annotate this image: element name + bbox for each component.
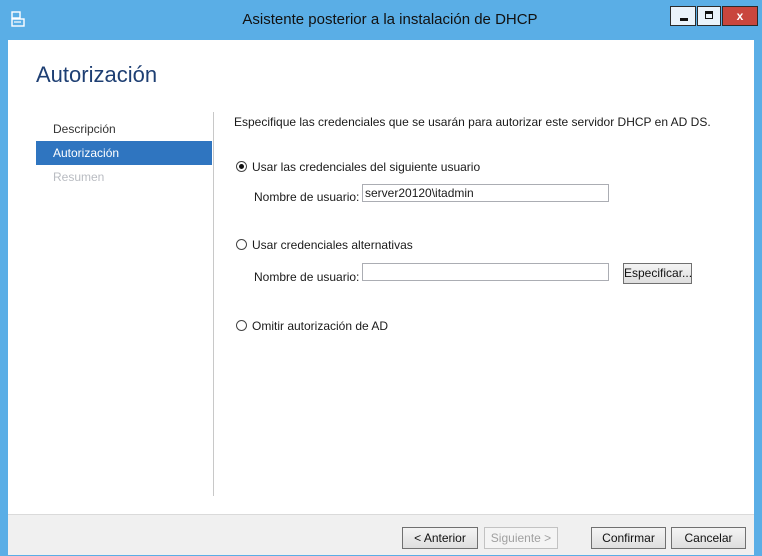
maximize-icon <box>705 11 713 19</box>
wizard-window: Asistente posterior a la instalación de … <box>0 0 762 556</box>
cancel-button[interactable]: Cancelar <box>671 527 746 549</box>
minimize-icon <box>680 18 688 21</box>
close-button[interactable]: x <box>722 6 758 26</box>
nav-item-resumen: Resumen <box>53 170 105 184</box>
option-alternate-credentials-label: Usar credenciales alternativas <box>252 238 413 252</box>
page-title: Autorización <box>36 62 158 87</box>
specify-button[interactable]: Especificar... <box>623 263 692 284</box>
nav-item-autorizacion[interactable]: Autorización <box>36 141 212 165</box>
maximize-button[interactable] <box>697 6 721 26</box>
radio-current-credentials[interactable] <box>236 161 247 172</box>
title-bar[interactable]: Asistente posterior a la instalación de … <box>0 0 762 40</box>
wizard-footer: < Anterior Siguiente > Confirmar Cancela… <box>8 514 754 555</box>
next-button: Siguiente > <box>484 527 558 549</box>
window-title: Asistente posterior a la instalación de … <box>242 11 538 28</box>
nav-divider <box>213 112 214 496</box>
nav-item-descripcion[interactable]: Descripción <box>36 117 212 141</box>
instruction-text: Especifique las credenciales que se usar… <box>234 115 711 129</box>
username-field-alternate[interactable] <box>362 263 609 281</box>
username-field-current[interactable]: server20120\itadmin <box>362 184 609 202</box>
radio-alternate-credentials[interactable] <box>236 239 247 250</box>
confirm-button[interactable]: Confirmar <box>591 527 666 549</box>
option-skip-authorization-label: Omitir autorización de AD <box>252 319 389 333</box>
option-current-credentials-label: Usar las credenciales del siguiente usua… <box>252 160 481 174</box>
minimize-button[interactable] <box>670 6 696 26</box>
username-label-2: Nombre de usuario: <box>254 270 360 284</box>
username-label-1: Nombre de usuario: <box>254 190 360 204</box>
wizard-nav: Descripción Autorización Resumen <box>36 117 212 189</box>
back-button[interactable]: < Anterior <box>402 527 478 549</box>
close-icon: x <box>736 9 744 23</box>
radio-skip-authorization[interactable] <box>236 320 247 331</box>
